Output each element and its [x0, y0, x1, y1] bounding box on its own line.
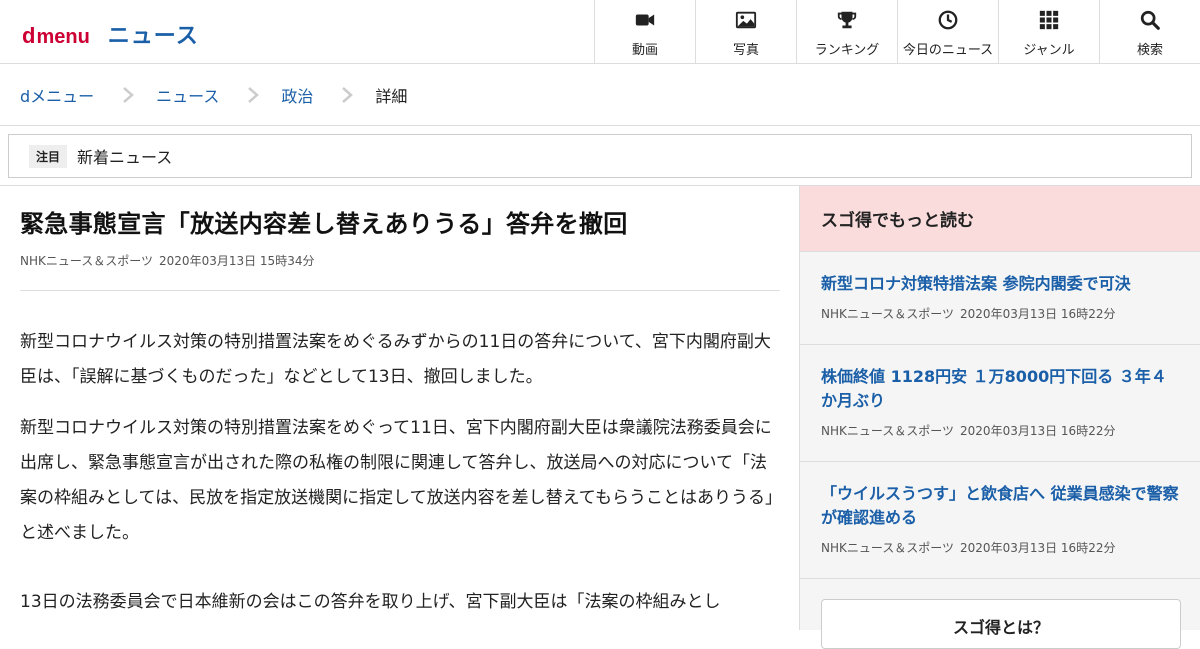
attention-text[interactable]: 新着ニュース [77, 144, 172, 168]
logo-menu: menu [36, 26, 90, 48]
chevron-right-icon [248, 86, 260, 103]
photo-icon [735, 9, 757, 35]
sidebar-article-date: 2020年03月13日 16時22分 [960, 307, 1116, 321]
sidebar-article-meta: NHKニュース＆スポーツ 2020年03月13日 16時22分 [821, 422, 1180, 454]
nav-search[interactable]: 検索 [1099, 0, 1200, 63]
sidebar-article-date: 2020年03月13日 16時22分 [960, 424, 1116, 438]
sidebar-article-source: NHKニュース＆スポーツ [821, 307, 955, 321]
header-nav: 動画 写真 ランキング 今日のニュース ジャンル 検索 [594, 0, 1200, 63]
search-icon [1139, 9, 1161, 35]
article-paragraph: 新型コロナウイルス対策の特別措置法案をめぐるみずからの11日の答弁について、宮下… [20, 332, 771, 387]
nav-today-news[interactable]: 今日のニュース [897, 0, 998, 63]
sidebar: スゴ得でもっと読む 新型コロナ対策特措法案 参院内閣委で可決 NHKニュース＆ス… [799, 186, 1200, 649]
video-camera-icon [634, 9, 656, 35]
sidebar-article[interactable]: 新型コロナ対策特措法案 参院内閣委で可決 NHKニュース＆スポーツ 2020年03… [800, 252, 1200, 345]
nav-photo[interactable]: 写真 [695, 0, 796, 63]
chevron-right-icon [342, 86, 354, 103]
nav-genre[interactable]: ジャンル [998, 0, 1099, 63]
site-header: d menu ニュース 動画 写真 ランキング 今日のニュース ジャンル 検索 [0, 0, 1200, 64]
article-source: NHKニュース＆スポーツ [20, 254, 154, 268]
sidebar-article-date: 2020年03月13日 16時22分 [960, 541, 1116, 555]
nav-label: 検索 [1136, 43, 1163, 58]
article-meta: NHKニュース＆スポーツ 2020年03月13日 15時34分 [20, 252, 780, 269]
article: 緊急事態宣言「放送内容差し替えありうる」答弁を撤回 NHKニュース＆スポーツ 20… [20, 186, 780, 620]
divider [20, 290, 780, 291]
nav-label: 写真 [732, 43, 759, 58]
breadcrumb: dメニュー ニュース 政治 詳細 [0, 64, 1200, 126]
attention-badge: 注目 [29, 144, 68, 168]
sidebar-article-source: NHKニュース＆スポーツ [821, 424, 955, 438]
sidebar-article-source: NHKニュース＆スポーツ [821, 541, 955, 555]
article-date: 2020年03月13日 15時34分 [159, 254, 315, 268]
article-paragraph: 13日の法務委員会で日本維新の会はこの答弁を取り上げ、宮下副大臣は「法案の枠組み… [20, 592, 721, 612]
breadcrumb-detail: 詳細 [375, 86, 408, 106]
section-title[interactable]: ニュース [108, 18, 199, 50]
clock-icon [937, 9, 959, 35]
sidebar-heading: スゴ得でもっと読む [800, 186, 1200, 252]
nav-video[interactable]: 動画 [594, 0, 695, 63]
breadcrumb-news[interactable]: ニュース [156, 83, 219, 107]
sidebar-article-title[interactable]: 株価終値 1128円安 １万8000円下回る ３年４か月ぶり [821, 365, 1180, 413]
sidebar-article-title[interactable]: 「ウイルスうつす」と飲食店へ 従業員感染で警察が確認進める [821, 482, 1180, 530]
sidebar-article-meta: NHKニュース＆スポーツ 2020年03月13日 16時22分 [821, 539, 1180, 571]
nav-label: ランキング [814, 43, 880, 58]
attention-bar[interactable]: 注目 新着ニュース [8, 134, 1192, 178]
sidebar-article-meta: NHKニュース＆スポーツ 2020年03月13日 16時22分 [821, 305, 1180, 337]
breadcrumb-politics[interactable]: 政治 [281, 83, 313, 107]
logo-d: d [22, 23, 36, 48]
trophy-icon [836, 9, 858, 35]
chevron-right-icon [123, 86, 135, 103]
sidebar-article[interactable]: 株価終値 1128円安 １万8000円下回る ３年４か月ぶり NHKニュース＆ス… [800, 345, 1200, 462]
article-paragraph: 新型コロナウイルス対策の特別措置法案をめぐって11日、宮下内閣府副大臣は衆議院法… [20, 418, 774, 543]
grid-icon [1038, 9, 1060, 35]
nav-ranking[interactable]: ランキング [796, 0, 897, 63]
nav-label: ジャンル [1023, 43, 1075, 58]
breadcrumb-dmenu[interactable]: dメニュー [20, 83, 94, 107]
article-title: 緊急事態宣言「放送内容差し替えありうる」答弁を撤回 [20, 210, 628, 238]
sidebar-article[interactable]: 「ウイルスうつす」と飲食店へ 従業員感染で警察が確認進める NHKニュース＆スポ… [800, 462, 1200, 579]
sidebar-article-title[interactable]: 新型コロナ対策特措法案 参院内閣委で可決 [821, 272, 1180, 296]
about-sugotoku-button[interactable]: スゴ得とは？ [821, 599, 1181, 649]
nav-label: 今日のニュース [902, 43, 994, 58]
dmenu-logo[interactable]: d menu ニュース [22, 18, 199, 50]
nav-label: 動画 [631, 43, 658, 58]
